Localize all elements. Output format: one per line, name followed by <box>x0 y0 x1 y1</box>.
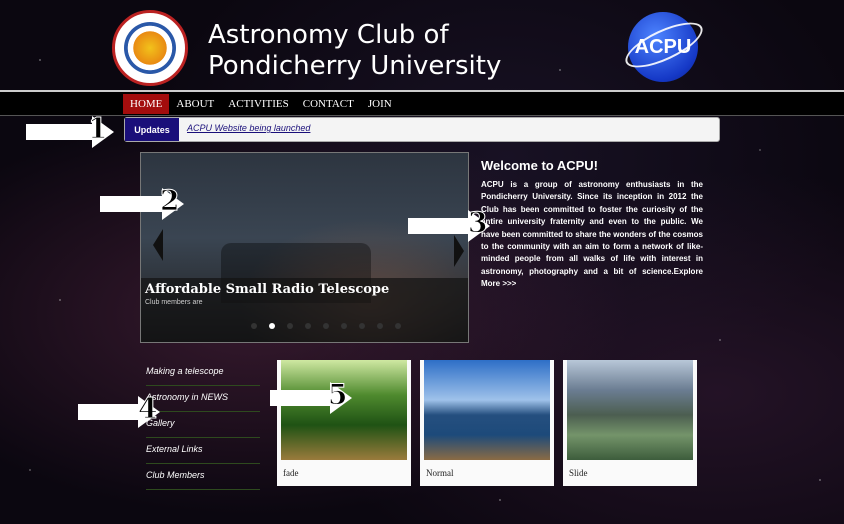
site-title-line2: Pondicherry University <box>208 51 502 81</box>
annotation-number: 3 <box>467 206 488 240</box>
annotation-number: 1 <box>87 112 108 146</box>
mountain-valley-image <box>567 360 693 460</box>
slider-dot[interactable] <box>287 323 293 329</box>
slider-dot[interactable] <box>359 323 365 329</box>
annotation-arrow-4: 4 <box>78 392 160 428</box>
thumb-label: Normal <box>426 468 454 478</box>
link-making-telescope[interactable]: Making a telescope <box>146 360 260 386</box>
annotation-number: 2 <box>159 184 180 218</box>
slider-dot[interactable] <box>395 323 401 329</box>
slider-dot[interactable] <box>377 323 383 329</box>
slider-dot-active[interactable] <box>269 323 275 329</box>
side-links: Making a telescope Astronomy in NEWS Gal… <box>146 360 260 490</box>
slide-caption: Affordable Small Radio Telescope Club me… <box>141 278 468 342</box>
annotation-arrow-2: 2 <box>100 184 184 220</box>
slider-prev-icon[interactable] <box>153 229 163 261</box>
slide-caption-title: Affordable Small Radio Telescope <box>145 282 390 297</box>
site-title: Astronomy Club of Pondicherry University <box>208 20 501 82</box>
annotation-number: 5 <box>327 378 348 412</box>
link-club-members[interactable]: Club Members <box>146 464 260 490</box>
link-external-links[interactable]: External Links <box>146 438 260 464</box>
university-logo[interactable] <box>112 10 188 86</box>
thumb-slide[interactable]: Slide <box>563 360 697 486</box>
thumb-label: fade <box>283 468 299 478</box>
welcome-section: Welcome to ACPU! ACPU is a group of astr… <box>481 158 703 291</box>
updates-ticker: Updates ACPU Website being launched <box>124 117 720 142</box>
slider-dot[interactable] <box>323 323 329 329</box>
site-title-line1: Astronomy Club of <box>208 20 449 50</box>
nav-home[interactable]: HOME <box>123 94 170 114</box>
slider-dot[interactable] <box>305 323 311 329</box>
slide-caption-sub: Club members are <box>145 299 203 306</box>
annotation-arrow-1: 1 <box>26 112 114 148</box>
welcome-body: ACPU is a group of astronomy enthusiasts… <box>481 179 703 291</box>
image-slider[interactable]: Affordable Small Radio Telescope Club me… <box>140 152 469 343</box>
thumb-label: Slide <box>569 468 588 478</box>
updates-link[interactable]: ACPU Website being launched <box>187 123 310 133</box>
annotation-arrow-3: 3 <box>408 206 490 242</box>
acpu-logo[interactable]: ACPU <box>619 12 709 82</box>
updates-label: Updates <box>125 118 179 141</box>
annotation-arrow-5: 5 <box>270 378 352 414</box>
link-astronomy-news[interactable]: Astronomy in NEWS <box>146 386 260 412</box>
nav-activities[interactable]: ACTIVITIES <box>221 94 296 114</box>
nav-about[interactable]: ABOUT <box>169 94 221 114</box>
welcome-heading: Welcome to ACPU! <box>481 158 599 173</box>
nav-join[interactable]: JOIN <box>361 94 399 114</box>
site-header: Astronomy Club of Pondicherry University… <box>0 0 844 88</box>
main-nav: HOME ABOUT ACTIVITIES CONTACT JOIN <box>0 90 844 116</box>
annotation-number: 4 <box>137 392 158 426</box>
link-gallery[interactable]: Gallery <box>146 412 260 438</box>
acpu-logo-text: ACPU <box>634 35 692 58</box>
slider-dot[interactable] <box>251 323 257 329</box>
university-emblem-icon <box>124 22 176 74</box>
welcome-text: ACPU is a group of astronomy enthusiasts… <box>481 180 703 276</box>
thumb-normal[interactable]: Normal <box>420 360 554 486</box>
nav-contact[interactable]: CONTACT <box>296 94 361 114</box>
slider-dots <box>251 323 401 329</box>
slider-dot[interactable] <box>341 323 347 329</box>
lake-pier-image <box>424 360 550 460</box>
